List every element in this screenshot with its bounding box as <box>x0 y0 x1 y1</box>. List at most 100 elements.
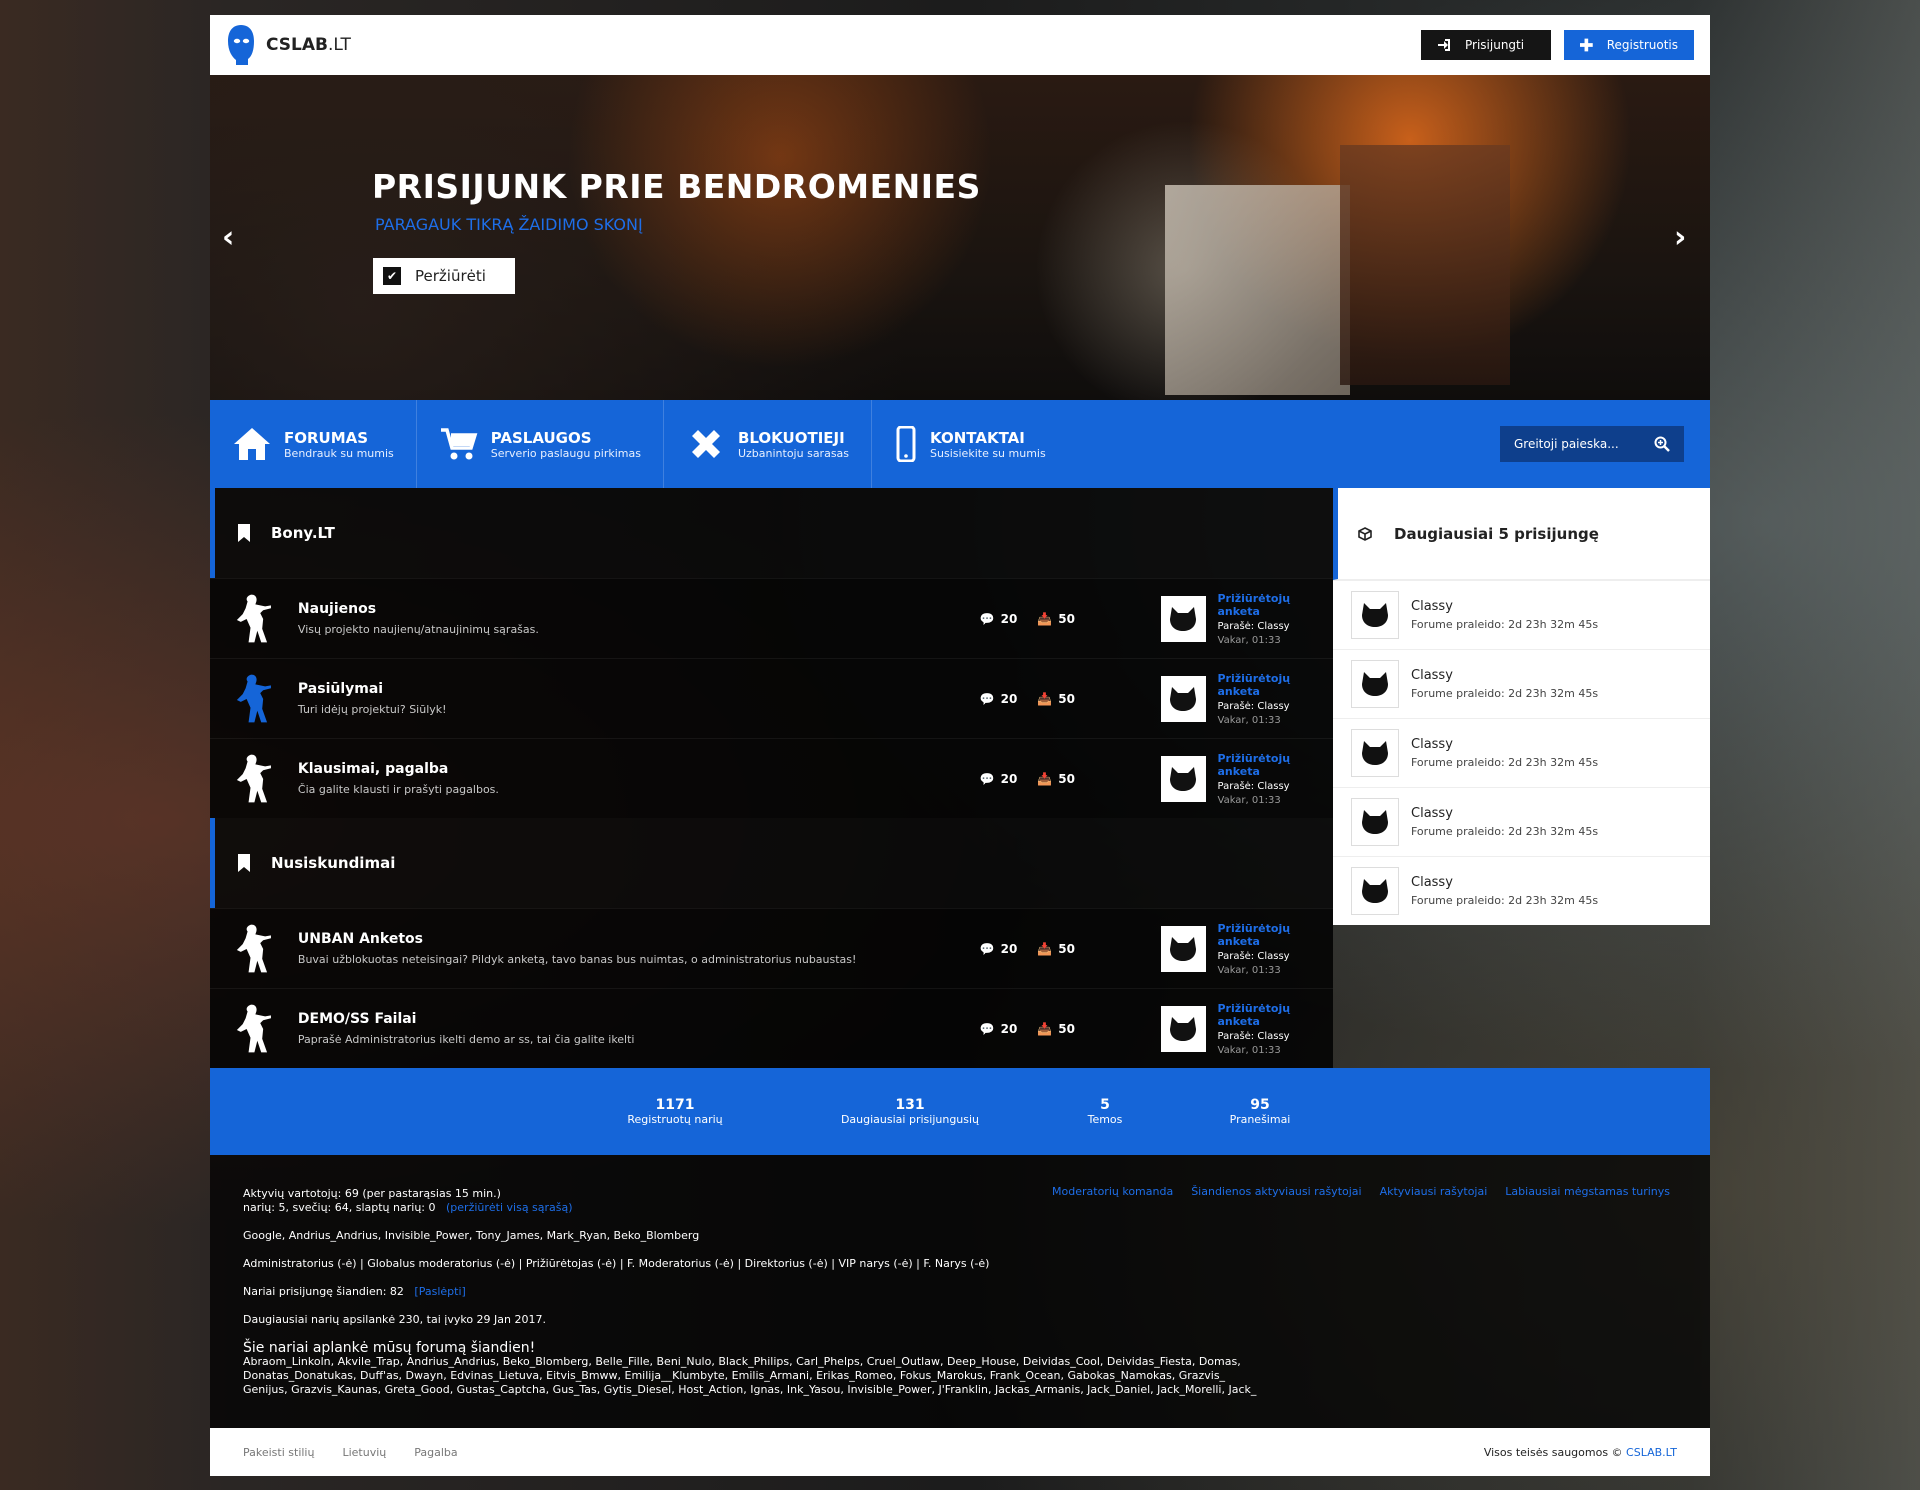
inbox-icon: 📥 <box>1037 611 1053 626</box>
hero-button-label: Peržiūrėti <box>415 267 486 285</box>
user-name[interactable]: Classy <box>1411 599 1598 614</box>
user-time: Forume praleido: 2d 23h 32m 45s <box>1411 894 1599 907</box>
nav-item-paslaugos[interactable]: PASLAUGOS Serverio paslaugu pirkimas <box>417 400 664 488</box>
forum-row[interactable]: Pasiūlymai Turi idėjų projektui? Siūlyk!… <box>210 658 1333 738</box>
hero-view-button[interactable]: ✔ Peržiūrėti <box>373 258 515 294</box>
avatar[interactable] <box>1351 798 1399 846</box>
avatar[interactable] <box>1351 591 1399 639</box>
last-post-time: Vakar, 01:33 <box>1217 634 1281 646</box>
user-time: Forume praleido: 2d 23h 32m 45s <box>1411 825 1599 838</box>
nav-item-forumas[interactable]: FORUMAS Bendrauk su mumis <box>210 400 417 488</box>
stats-bar: 1171 Registruotų narių 131 Daugiausiai pri… <box>210 1068 1710 1155</box>
avatar[interactable] <box>1160 925 1206 972</box>
nav-subtitle: Serverio paslaugu pirkimas <box>490 446 641 460</box>
top-header: CSLAB.LT Prisijungti Registruotis <box>210 15 1710 75</box>
topics-count: 20 <box>1000 1021 1018 1036</box>
cross-icon <box>691 430 720 458</box>
last-post-title[interactable]: Prižiūrėtojų anketa <box>1218 1002 1334 1028</box>
list-item[interactable]: Classy Forume praleido: 2d 23h 32m 45s <box>1333 718 1710 787</box>
topics-count: 20 <box>1000 771 1018 786</box>
visited-list: Abraom_Linkoln, Akvile_Trap, Andrius_And… <box>243 1355 1257 1396</box>
footer-link-language[interactable]: Lietuvių <box>342 1446 386 1459</box>
stat-posts: 95 Pranešimai <box>1229 1097 1291 1126</box>
last-post-author: Parašė: Classy <box>1217 950 1290 962</box>
site-logo[interactable]: CSLAB.LT <box>226 24 351 66</box>
last-post-title[interactable]: Prižiūrėtojų anketa <box>1218 922 1334 948</box>
user-name[interactable]: Classy <box>1411 875 1598 890</box>
list-item[interactable]: Classy Forume praleido: 2d 23h 32m 45s <box>1333 649 1710 718</box>
last-post-title[interactable]: Prižiūrėtojų anketa <box>1218 592 1334 618</box>
brand-link[interactable]: CSLAB.LT <box>1626 1446 1677 1459</box>
forum-list: Bony.LT Naujienos Visų projekto naujienų… <box>210 488 1333 1068</box>
home-icon <box>234 428 270 460</box>
last-post-title[interactable]: Prižiūrėtojų anketa <box>1218 752 1334 778</box>
search-input[interactable] <box>1514 437 1644 451</box>
list-item[interactable]: Classy Forume praleido: 2d 23h 32m 45s <box>1333 856 1710 925</box>
forum-row[interactable]: UNBAN Anketos Buvai užblokuotas neteisin… <box>210 908 1333 988</box>
category-header[interactable]: Nusiskundimai <box>210 818 1333 908</box>
list-item[interactable]: Classy Forume praleido: 2d 23h 32m 45s <box>1333 787 1710 856</box>
footer-link-help[interactable]: Pagalba <box>414 1446 457 1459</box>
page-wrapper: CSLAB.LT Prisijungti Registruotis ‹ › PR… <box>210 15 1710 1476</box>
link-today-active[interactable]: Šiandienos aktyviausi rašytojai <box>1191 1185 1361 1198</box>
sidebar-title: Daugiausiai 5 prisijungę <box>1394 524 1599 543</box>
list-item[interactable]: Classy Forume praleido: 2d 23h 32m 45s <box>1333 580 1710 649</box>
last-post-author: Parašė: Classy <box>1217 700 1290 712</box>
avatar[interactable] <box>1160 1005 1206 1052</box>
who-is-online: Moderatorių komanda Šiandienos aktyviaus… <box>210 1155 1710 1428</box>
topics-count: 20 <box>1000 611 1018 626</box>
visited-title: Šie nariai aplankė mūsų forumą šiandien! <box>243 1340 536 1356</box>
inbox-icon: 📥 <box>1037 941 1053 956</box>
nav-subtitle: Susisiekite su mumis <box>930 446 1046 460</box>
forum-row[interactable]: Naujienos Visų projekto naujienų/atnauji… <box>210 578 1333 658</box>
user-name[interactable]: Classy <box>1411 737 1598 752</box>
nav-title: BLOKUOTIEJI <box>737 428 845 447</box>
stat-registered: 1171 Registruotų narių <box>627 1097 723 1126</box>
comments-icon: 💬 <box>979 611 995 626</box>
cat-avatar-icon <box>1362 810 1388 834</box>
avatar[interactable] <box>1160 595 1206 642</box>
avatar[interactable] <box>1351 660 1399 708</box>
login-button[interactable]: Prisijungti <box>1421 30 1551 60</box>
user-name[interactable]: Classy <box>1411 668 1598 683</box>
balaclava-logo-icon <box>228 25 254 65</box>
check-square-icon: ✔ <box>383 267 401 285</box>
forum-description: Buvai užblokuotas neteisingai? Pildyk an… <box>297 953 857 966</box>
register-button[interactable]: Registruotis <box>1564 30 1694 60</box>
hero-title: PRISIJUNK PRIE BENDROMENIES <box>372 167 981 206</box>
avatar[interactable] <box>1160 755 1206 802</box>
last-post-title[interactable]: Prižiūrėtojų anketa <box>1218 672 1334 698</box>
link-liked-content[interactable]: Labiausiai mėgstamas turinys <box>1505 1185 1670 1198</box>
avatar[interactable] <box>1160 675 1206 722</box>
stat-topics: 5 Temos <box>1087 1097 1123 1126</box>
slider-prev-arrow-icon[interactable]: ‹ <box>222 220 246 255</box>
link-moderators[interactable]: Moderatorių komanda <box>1052 1185 1173 1198</box>
nav-subtitle: Uzbanintoju sarasas <box>737 446 850 460</box>
cube-icon <box>1358 526 1372 541</box>
slider-next-arrow-icon[interactable]: › <box>1674 220 1698 255</box>
forum-description: Čia galite klausti ir prašyti pagalbos. <box>297 783 499 796</box>
nav-item-blokuotieji[interactable]: BLOKUOTIEJI Uzbanintoju sarasas <box>664 400 873 488</box>
soldier-icon <box>236 924 271 972</box>
user-name[interactable]: Classy <box>1411 806 1598 821</box>
top-online-sidebar: Daugiausiai 5 prisijungę Classy Forume pr… <box>1333 488 1710 925</box>
user-time: Forume praleido: 2d 23h 32m 45s <box>1411 618 1599 631</box>
search-icon[interactable] <box>1654 436 1670 452</box>
posts-count: 50 <box>1058 611 1075 626</box>
avatar[interactable] <box>1351 729 1399 777</box>
hide-link[interactable]: [Paslėpti] <box>414 1285 465 1298</box>
footer-link-style[interactable]: Pakeisti stilių <box>243 1446 314 1459</box>
footer: Pakeisti stilių Lietuvių Pagalba Visos t… <box>210 1428 1710 1476</box>
nav-item-kontaktai[interactable]: KONTAKTAI Susisiekite su mumis <box>872 400 1068 488</box>
category-header[interactable]: Bony.LT <box>210 488 1333 578</box>
cat-avatar-icon <box>1170 936 1197 961</box>
cat-avatar-icon <box>1170 606 1197 631</box>
copyright: Visos teisės saugomos © CSLAB.LT <box>1483 1445 1677 1459</box>
forum-row[interactable]: Klausimai, pagalba Čia galite klausti ir… <box>210 738 1333 818</box>
hero-crate-decoration <box>1165 185 1350 395</box>
avatar[interactable] <box>1351 867 1399 915</box>
view-all-link[interactable]: (peržiūrėti visą sąrašą) <box>446 1201 573 1214</box>
sidebar-header: Daugiausiai 5 prisijungę <box>1333 488 1710 580</box>
forum-row[interactable]: DEMO/SS Failai Paprašė Administratorius … <box>210 988 1333 1068</box>
link-active-writers[interactable]: Aktyviausi rašytojai <box>1380 1185 1488 1198</box>
